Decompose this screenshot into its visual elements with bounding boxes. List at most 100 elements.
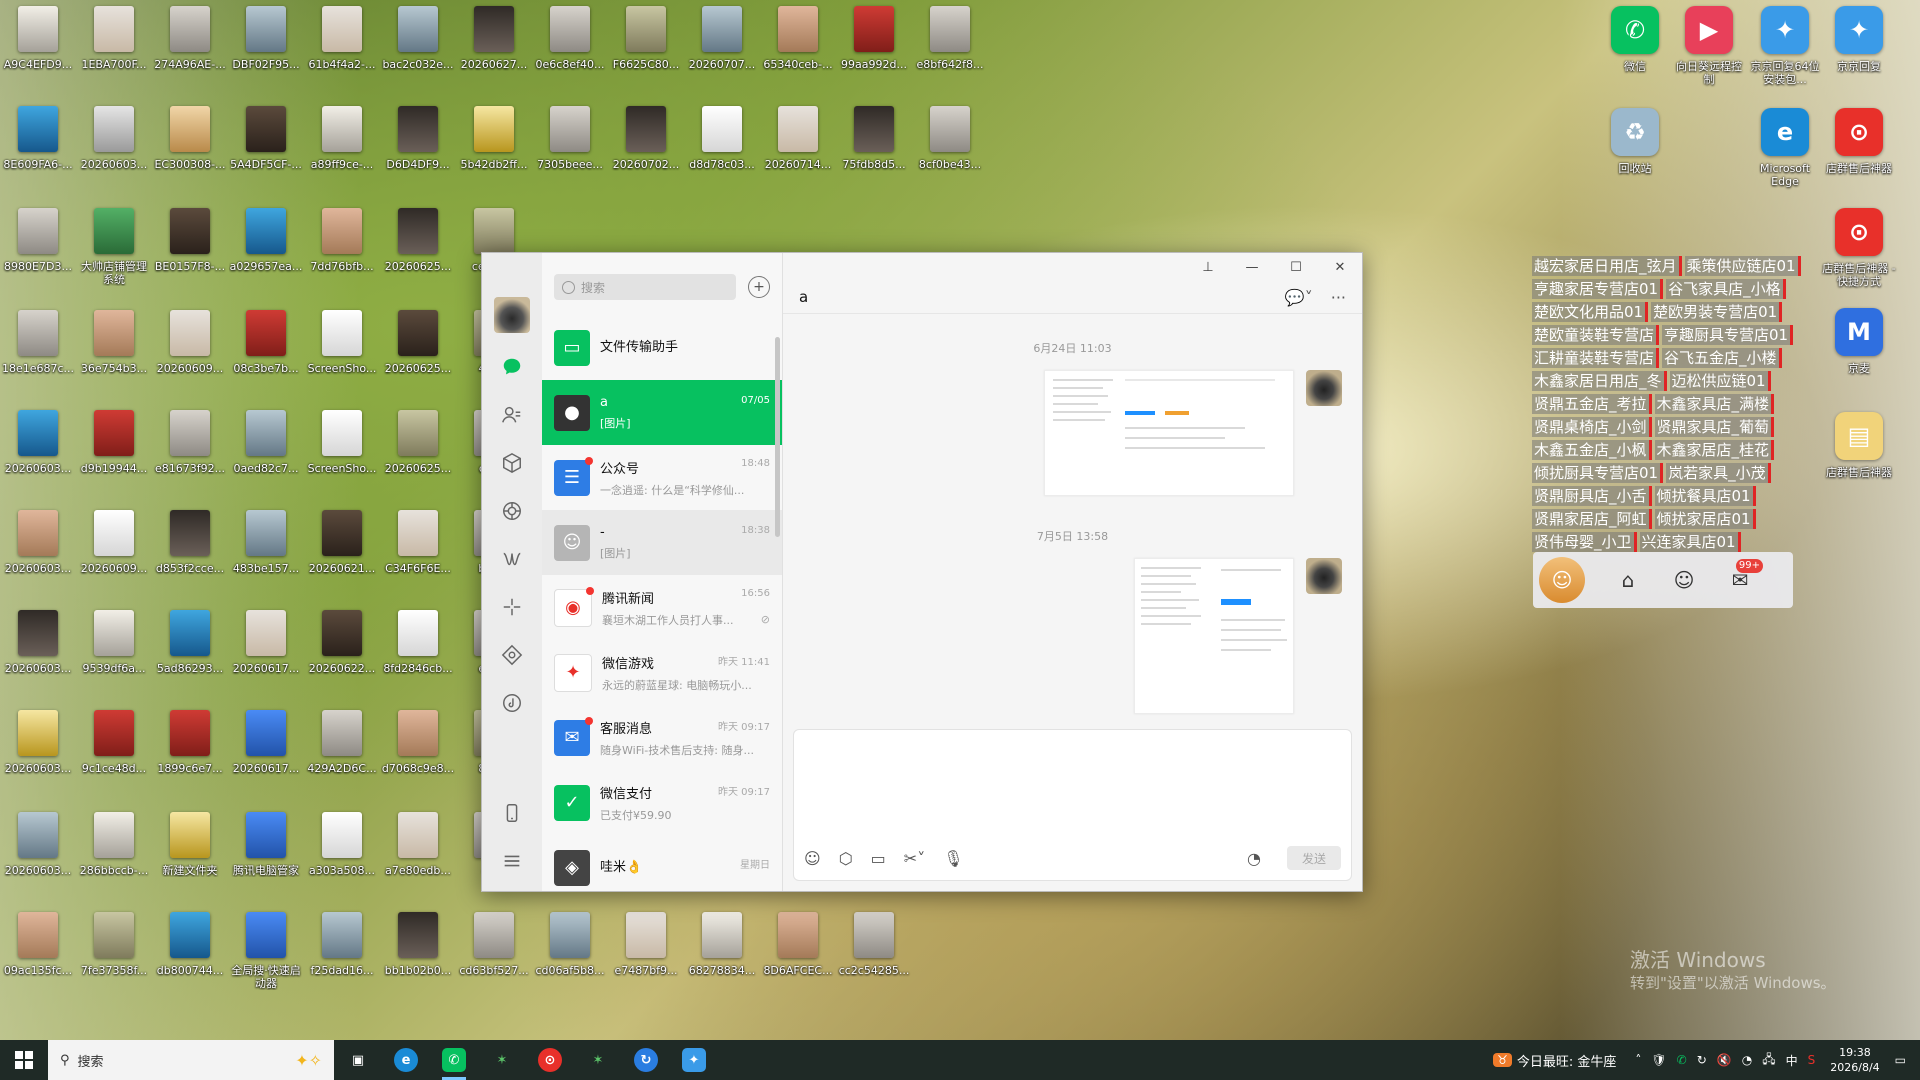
desktop-file-icon[interactable]: 483be157...: [230, 504, 302, 598]
desktop-file-icon[interactable]: 5b42db2ff...: [458, 100, 530, 194]
desktop-file-icon[interactable]: 20260625...: [382, 304, 454, 398]
store-name[interactable]: 贤鼎五金店_考拉: [1532, 393, 1652, 414]
maximize-button[interactable]: ☐: [1274, 253, 1318, 281]
favorites-send-icon[interactable]: ⬡: [839, 849, 853, 868]
desktop-file-icon[interactable]: cc2c54285...: [838, 906, 910, 1000]
image-message[interactable]: [1044, 370, 1342, 496]
desktop-file-icon[interactable]: 0e6c8ef40...: [534, 0, 606, 94]
desktop-file-icon[interactable]: cd63bf527...: [458, 906, 530, 1000]
mini-programs-icon[interactable]: [498, 641, 526, 669]
desktop-file-icon[interactable]: 5ad86293...: [154, 604, 226, 698]
desktop-file-icon[interactable]: ScreenSho...: [306, 304, 378, 398]
search-input[interactable]: 搜索: [554, 274, 736, 300]
desktop-file-icon[interactable]: e8bf642f8...: [914, 0, 986, 94]
minimize-button[interactable]: —: [1230, 253, 1274, 281]
voice-icon[interactable]: 🎙: [943, 849, 963, 868]
desktop-file-icon[interactable]: d9b19944...: [78, 404, 150, 498]
chat-info-icon[interactable]: 💬˅: [1285, 288, 1313, 307]
desktop-app-shortcut[interactable]: ✆ 微信: [1598, 6, 1672, 73]
desktop-file-icon[interactable]: 8980E7D3...: [2, 202, 74, 296]
desktop-file-icon[interactable]: 20260621...: [306, 504, 378, 598]
conversation-item[interactable]: ◈ 哇米👌 星期日: [542, 835, 782, 891]
desktop-file-icon[interactable]: a89ff9ce-...: [306, 100, 378, 194]
history-icon[interactable]: ◔: [1247, 849, 1261, 868]
desktop-file-icon[interactable]: 7305beee...: [534, 100, 606, 194]
desktop-file-icon[interactable]: 65340ceb-...: [762, 0, 834, 94]
desktop-app-shortcut[interactable]: ⊙ 店群售后神器: [1822, 108, 1896, 175]
store-name[interactable]: 贤鼎桌椅店_小剑: [1532, 416, 1652, 437]
desktop-app-shortcut[interactable]: ✦ 京京回复: [1822, 6, 1896, 73]
conversation-scrollbar[interactable]: [775, 337, 780, 537]
tray-security-icon[interactable]: 🛡: [1651, 1053, 1666, 1067]
home-icon[interactable]: ⌂: [1615, 567, 1641, 593]
image-message[interactable]: [1134, 558, 1342, 714]
desktop-file-icon[interactable]: bb1b02b0...: [382, 906, 454, 1000]
emoji-icon[interactable]: ☺: [804, 849, 821, 868]
more-options-icon[interactable]: ···: [1331, 288, 1346, 307]
desktop-file-icon[interactable]: 20260603...: [78, 100, 150, 194]
desktop-file-icon[interactable]: 20260627...: [458, 0, 530, 94]
notification-center-icon[interactable]: ▭: [1895, 1053, 1906, 1067]
weather-text[interactable]: 今日最旺: 金牛座: [1517, 1051, 1617, 1070]
desktop-file-icon[interactable]: 20260617...: [230, 604, 302, 698]
store-name[interactable]: 乘策供应链店01: [1684, 255, 1801, 276]
store-name[interactable]: 谷飞家具店_小格: [1666, 278, 1786, 299]
desktop-file-icon[interactable]: 286bbccb-...: [78, 806, 150, 900]
desktop-file-icon[interactable]: 20260609...: [154, 304, 226, 398]
desktop-file-icon[interactable]: 20260707...: [686, 0, 758, 94]
desktop-file-icon[interactable]: 1EBA700F...: [78, 0, 150, 94]
desktop-file-icon[interactable]: 7dd76bfb...: [306, 202, 378, 296]
sender-avatar[interactable]: [1306, 558, 1342, 594]
moments-icon[interactable]: [498, 497, 526, 525]
store-name[interactable]: 贤鼎家具店_葡萄: [1654, 416, 1775, 437]
volume-mute-icon[interactable]: 🔇: [1717, 1053, 1732, 1067]
desktop-file-icon[interactable]: BE0157F8-...: [154, 202, 226, 296]
store-avatar[interactable]: ☺: [1539, 557, 1585, 603]
desktop-file-icon[interactable]: 274A96AE-...: [154, 0, 226, 94]
add-button[interactable]: +: [748, 276, 770, 298]
desktop-file-icon[interactable]: 0aed82c7...: [230, 404, 302, 498]
desktop-file-icon[interactable]: 9c1ce48d...: [78, 704, 150, 798]
desktop-app-shortcut[interactable]: M 京麦: [1822, 308, 1896, 375]
desktop-file-icon[interactable]: C34F6F6E...: [382, 504, 454, 598]
store-name[interactable]: 倾扰家居店01: [1654, 508, 1756, 529]
desktop-file-icon[interactable]: d853f2cce...: [154, 504, 226, 598]
desktop-file-icon[interactable]: bac2c032e...: [382, 0, 454, 94]
ime-indicator[interactable]: 中: [1786, 1052, 1798, 1069]
tray-chevron-icon[interactable]: ˄: [1635, 1053, 1641, 1067]
desktop-app-shortcut[interactable]: ⊙ 店群售后神器 - 快捷方式: [1822, 208, 1896, 288]
store-name[interactable]: 倾扰餐具店01: [1654, 485, 1756, 506]
desktop-file-icon[interactable]: 8cf0be43...: [914, 100, 986, 194]
desktop-file-icon[interactable]: 75fdb8d5...: [838, 100, 910, 194]
desktop-file-icon[interactable]: 20260603...: [2, 704, 74, 798]
desktop-file-icon[interactable]: 36e754b3...: [78, 304, 150, 398]
store-name[interactable]: 楚欧男装专营店01: [1651, 301, 1783, 322]
desktop-file-icon[interactable]: 429A2D6C...: [306, 704, 378, 798]
chat-bubble-icon[interactable]: ☺: [1671, 567, 1697, 593]
send-button[interactable]: 发送: [1287, 846, 1341, 870]
taskbar-store-manager-icon[interactable]: ✶: [478, 1040, 526, 1080]
channels-icon[interactable]: [498, 545, 526, 573]
store-name[interactable]: 汇耕童装鞋专营店: [1532, 347, 1660, 368]
desktop-file-icon[interactable]: 20260603...: [2, 404, 74, 498]
weather-icon[interactable]: ♉: [1493, 1053, 1512, 1067]
desktop-file-icon[interactable]: 20260609...: [78, 504, 150, 598]
desktop-file-icon[interactable]: 09ac135fc...: [2, 906, 74, 1000]
desktop-file-icon[interactable]: 99aa992d...: [838, 0, 910, 94]
desktop-file-icon[interactable]: A9C4EFD9...: [2, 0, 74, 94]
conversation-item[interactable]: ☰ 公众号 18:48 一念逍遥: 什么是“科学修仙...: [542, 445, 782, 510]
favorites-icon[interactable]: [498, 449, 526, 477]
desktop-app-shortcut[interactable]: e Microsoft Edge: [1748, 108, 1822, 188]
store-name[interactable]: 亨趣家居专营店01: [1532, 278, 1664, 299]
tray-app-icon[interactable]: ◔: [1742, 1053, 1752, 1067]
store-name[interactable]: 亨趣厨具专营店01: [1662, 324, 1794, 345]
taskbar-launcher-icon[interactable]: ↻: [622, 1040, 670, 1080]
screenshot-image[interactable]: [1044, 370, 1294, 496]
my-avatar[interactable]: [494, 297, 530, 333]
clock[interactable]: 19:38 2026/8/4: [1830, 1045, 1879, 1075]
desktop-file-icon[interactable]: 9539df6a...: [78, 604, 150, 698]
desktop-file-icon[interactable]: 20260622...: [306, 604, 378, 698]
desktop-file-icon[interactable]: d8d78c03...: [686, 100, 758, 194]
store-name[interactable]: 谷飞五金店_小楼: [1662, 347, 1782, 368]
desktop-file-icon[interactable]: F6625C80...: [610, 0, 682, 94]
